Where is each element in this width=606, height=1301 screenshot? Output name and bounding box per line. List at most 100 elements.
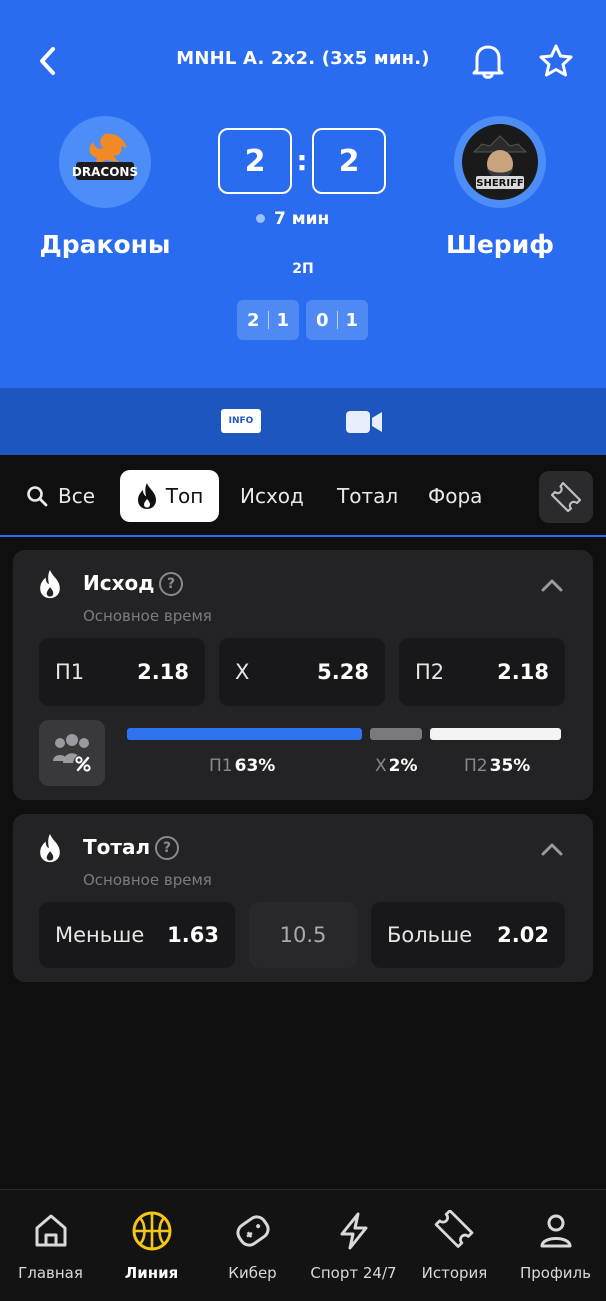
people-percent-icon [53, 734, 93, 774]
odd-label: П2 [415, 660, 445, 684]
collapse-button[interactable] [537, 572, 567, 598]
tab-all[interactable]: Все [26, 470, 95, 522]
tab-top-label: Топ [165, 484, 204, 508]
sheriff-logo-icon: SHERIFF [462, 124, 538, 200]
market-card-total: Тотал ? Основное время Меньше 1.63 10.5 … [13, 814, 593, 982]
total-over-button[interactable]: Больше 2.02 [371, 902, 565, 968]
odd-value: 1.63 [167, 923, 219, 947]
user-icon [535, 1210, 577, 1252]
market-filter-tabs: Все Топ Исход Тотал Фора [0, 455, 606, 537]
search-icon [27, 486, 48, 507]
period-score-2: 0 1 [306, 300, 368, 340]
market-title: Исход [83, 571, 155, 595]
nav-label: Кибер [228, 1264, 277, 1282]
tab-all-label: Все [58, 484, 96, 508]
basketball-icon [131, 1210, 173, 1252]
odd-button-p2[interactable]: П2 2.18 [399, 638, 565, 706]
video-button[interactable] [344, 408, 384, 436]
period-1-home: 2 [246, 309, 260, 331]
odd-button-x[interactable]: Х 5.28 [219, 638, 385, 706]
odd-button-p1[interactable]: П1 2.18 [39, 638, 205, 706]
ticket-icon [434, 1210, 476, 1252]
tab-top[interactable]: Топ [120, 470, 219, 522]
distribution-bar-x [370, 728, 423, 740]
divider [267, 311, 269, 329]
tab-outcome[interactable]: Исход [240, 470, 304, 522]
live-indicator-icon [256, 214, 265, 223]
away-score: 2 [312, 128, 386, 194]
away-team-name: Шериф [445, 230, 555, 259]
chevron-up-icon [541, 579, 563, 592]
total-line: 10.5 [249, 902, 357, 968]
odd-label: Меньше [55, 923, 145, 947]
notifications-button[interactable] [468, 40, 508, 82]
tab-handicap[interactable]: Фора [428, 470, 482, 522]
nav-label: История [421, 1264, 488, 1282]
fire-icon [137, 483, 156, 509]
nav-label: Линия [124, 1264, 179, 1282]
odd-label: Х [235, 660, 250, 684]
match-header: MNHL A. 2x2. (3x5 мин.) DRACONS SHERIFF … [0, 0, 606, 388]
period-2-home: 0 [315, 309, 329, 331]
bell-icon [472, 45, 504, 79]
period-score-1: 2 1 [237, 300, 299, 340]
period-2-away: 1 [345, 309, 359, 331]
nav-item-sport-247[interactable]: Спорт 24/7 [303, 1190, 404, 1301]
nav-label: Профиль [520, 1264, 591, 1282]
nav-item-home[interactable]: Главная [0, 1190, 101, 1301]
odd-value: 2.18 [137, 660, 189, 684]
distribution-percent: 63% [234, 756, 276, 776]
nav-label: Спорт 24/7 [310, 1264, 397, 1282]
score-separator: : [296, 144, 308, 177]
bet-statistics-button[interactable] [39, 720, 105, 786]
media-bar: INFO [0, 388, 606, 455]
nav-label: Главная [18, 1264, 83, 1282]
svg-text:DRACONS: DRACONS [72, 165, 138, 179]
tab-total[interactable]: Тотал [337, 470, 398, 522]
period-1-away: 1 [276, 309, 290, 331]
odd-label: П1 [55, 660, 85, 684]
distribution-bar-p2 [430, 728, 561, 740]
chevron-up-icon [541, 843, 563, 856]
odd-label: Больше [387, 923, 473, 947]
gamepad-icon [232, 1210, 274, 1252]
odd-value: 2.18 [497, 660, 549, 684]
home-team-logo: DRACONS [59, 116, 151, 208]
distribution-percent: 2% [388, 756, 418, 776]
market-subtitle: Основное время [83, 871, 212, 889]
star-icon [539, 44, 573, 77]
distribution-key: П2 [464, 756, 488, 776]
away-team-logo: SHERIFF [454, 116, 546, 208]
distribution-label-p1: П1 63% [209, 756, 275, 776]
back-button[interactable] [30, 42, 64, 80]
dragon-logo-icon: DRACONS [72, 133, 138, 180]
home-team-name: Драконы [39, 230, 171, 259]
distribution-key: Х [375, 756, 387, 776]
fire-icon [40, 833, 60, 863]
match-time: 7 мин [274, 209, 330, 229]
total-under-button[interactable]: Меньше 1.63 [39, 902, 235, 968]
match-period: 2П [292, 261, 314, 277]
distribution-bar-p1 [127, 728, 363, 740]
nav-item-line[interactable]: Линия [101, 1190, 202, 1301]
market-subtitle: Основное время [83, 607, 212, 625]
help-icon[interactable]: ? [155, 836, 179, 860]
distribution-label-x: Х 2% [375, 756, 418, 776]
nav-item-history[interactable]: История [404, 1190, 505, 1301]
home-icon [30, 1210, 72, 1252]
league-title: MNHL A. 2x2. (3x5 мин.) [176, 48, 430, 69]
nav-item-profile[interactable]: Профиль [505, 1190, 606, 1301]
distribution-label-p2: П2 35% [464, 756, 530, 776]
coupon-button[interactable] [539, 471, 593, 523]
lightning-icon [333, 1210, 375, 1252]
fire-icon [40, 569, 60, 599]
divider [336, 311, 338, 329]
nav-item-cyber[interactable]: Кибер [202, 1190, 303, 1301]
info-button[interactable]: INFO [221, 409, 261, 433]
odd-value: 2.02 [497, 923, 549, 947]
collapse-button[interactable] [537, 836, 567, 862]
chevron-left-icon [40, 47, 55, 75]
favorite-button[interactable] [535, 40, 577, 82]
help-icon[interactable]: ? [159, 572, 183, 596]
svg-text:SHERIFF: SHERIFF [476, 178, 524, 189]
